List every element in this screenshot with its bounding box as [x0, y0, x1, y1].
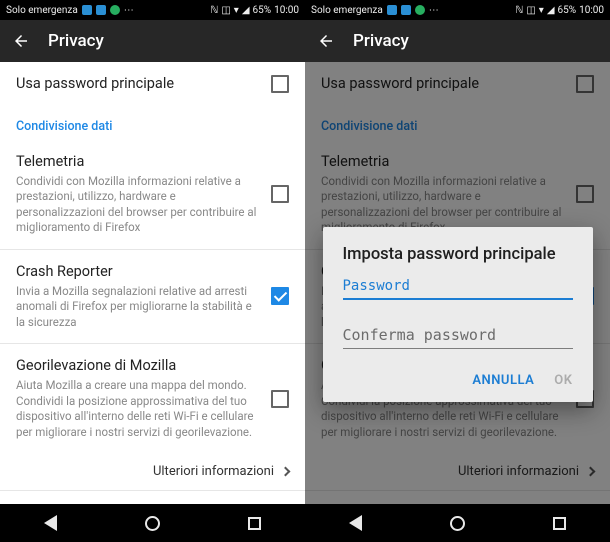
- row-more-info[interactable]: Ulteriori informazioni: [0, 453, 305, 490]
- signal-icon: ◢: [242, 5, 250, 16]
- dialog-title: Imposta password principale: [343, 245, 573, 264]
- nav-bar: [305, 504, 610, 542]
- notif-icon: [401, 5, 411, 15]
- cancel-button[interactable]: ANNULLA: [472, 373, 534, 388]
- more-icon: ⋯: [124, 5, 134, 16]
- row-geolocation[interactable]: Georilevazione di Mozilla Aiuta Mozilla …: [0, 344, 305, 453]
- confirm-password-field[interactable]: [343, 322, 573, 349]
- phone-left: Solo emergenza ⋯ ℕ ◫ ▾ ◢ 65% 10:00 Priva…: [0, 0, 305, 542]
- row-title: Georilevazione di Mozilla: [16, 357, 259, 376]
- nav-back-icon[interactable]: [349, 515, 362, 531]
- modal-overlay: Imposta password principale ANNULLA OK: [305, 62, 610, 504]
- notif-icon: [387, 5, 397, 15]
- more-info-label: Ulteriori informazioni: [153, 464, 274, 479]
- checkbox-master-password[interactable]: [271, 75, 289, 93]
- carrier-text: Solo emergenza: [6, 5, 78, 16]
- battery-text: 65%: [558, 5, 577, 16]
- nav-recent-icon[interactable]: [248, 517, 261, 530]
- row-subtitle: Condividi con Mozilla informazioni relat…: [16, 174, 259, 236]
- ok-button: OK: [554, 373, 572, 388]
- row-subtitle: Aiuta Mozilla a creare una mappa del mon…: [16, 378, 259, 440]
- page-title: Privacy: [48, 31, 104, 51]
- nav-home-icon[interactable]: [450, 516, 465, 531]
- password-field[interactable]: [343, 274, 573, 300]
- clock-text: 10:00: [579, 5, 604, 16]
- app-bar: Privacy: [305, 20, 610, 62]
- row-title: Usa password principale: [16, 75, 259, 94]
- page-title: Privacy: [353, 31, 409, 51]
- more-icon: ⋯: [429, 5, 439, 16]
- row-telemetry[interactable]: Telemetria Condividi con Mozilla informa…: [0, 140, 305, 249]
- wifi-icon: ▾: [539, 5, 544, 16]
- set-master-password-dialog: Imposta password principale ANNULLA OK: [323, 227, 593, 402]
- wifi-icon: ▾: [234, 5, 239, 16]
- settings-list: Usa password principale Condivisione dat…: [0, 62, 305, 504]
- checkbox-geolocation[interactable]: [271, 390, 289, 408]
- status-bar: Solo emergenza ⋯ ℕ ◫ ▾ ◢ 65% 10:00: [0, 0, 305, 20]
- row-crash-reporter[interactable]: Crash Reporter Invia a Mozilla segnalazi…: [0, 250, 305, 343]
- checkbox-telemetry[interactable]: [271, 185, 289, 203]
- notif-icon: [96, 5, 106, 15]
- vibrate-icon: ◫: [221, 5, 230, 16]
- notif-icon: [82, 5, 92, 15]
- back-icon[interactable]: [12, 32, 30, 50]
- vibrate-icon: ◫: [526, 5, 535, 16]
- notif-icon: [110, 5, 120, 15]
- nav-bar: [0, 504, 305, 542]
- row-firefox-integrity[interactable]: Analisi integrità di Firefox: [0, 491, 305, 504]
- app-bar: Privacy: [0, 20, 305, 62]
- nav-home-icon[interactable]: [145, 516, 160, 531]
- status-bar: Solo emergenza ⋯ ℕ ◫ ▾ ◢ 65% 10:00: [305, 0, 610, 20]
- phone-right: Solo emergenza ⋯ ℕ ◫ ▾ ◢ 65% 10:00 Priva…: [305, 0, 610, 542]
- nfc-icon: ℕ: [515, 5, 523, 16]
- nav-recent-icon[interactable]: [553, 517, 566, 530]
- row-title: Crash Reporter: [16, 263, 259, 282]
- row-master-password[interactable]: Usa password principale: [0, 62, 305, 107]
- checkbox-crash-reporter[interactable]: [271, 287, 289, 305]
- signal-icon: ◢: [547, 5, 555, 16]
- settings-list: Usa password principale Condivisione dat…: [305, 62, 610, 504]
- chevron-right-icon: [281, 467, 291, 477]
- section-header-data-sharing: Condivisione dati: [0, 107, 305, 140]
- row-title: Telemetria: [16, 153, 259, 172]
- nfc-icon: ℕ: [210, 5, 218, 16]
- dialog-actions: ANNULLA OK: [343, 367, 573, 394]
- row-subtitle: Invia a Mozilla segnalazioni relative ad…: [16, 284, 259, 331]
- battery-text: 65%: [253, 5, 272, 16]
- notif-icon: [415, 5, 425, 15]
- nav-back-icon[interactable]: [44, 515, 57, 531]
- back-icon[interactable]: [317, 32, 335, 50]
- clock-text: 10:00: [274, 5, 299, 16]
- carrier-text: Solo emergenza: [311, 5, 383, 16]
